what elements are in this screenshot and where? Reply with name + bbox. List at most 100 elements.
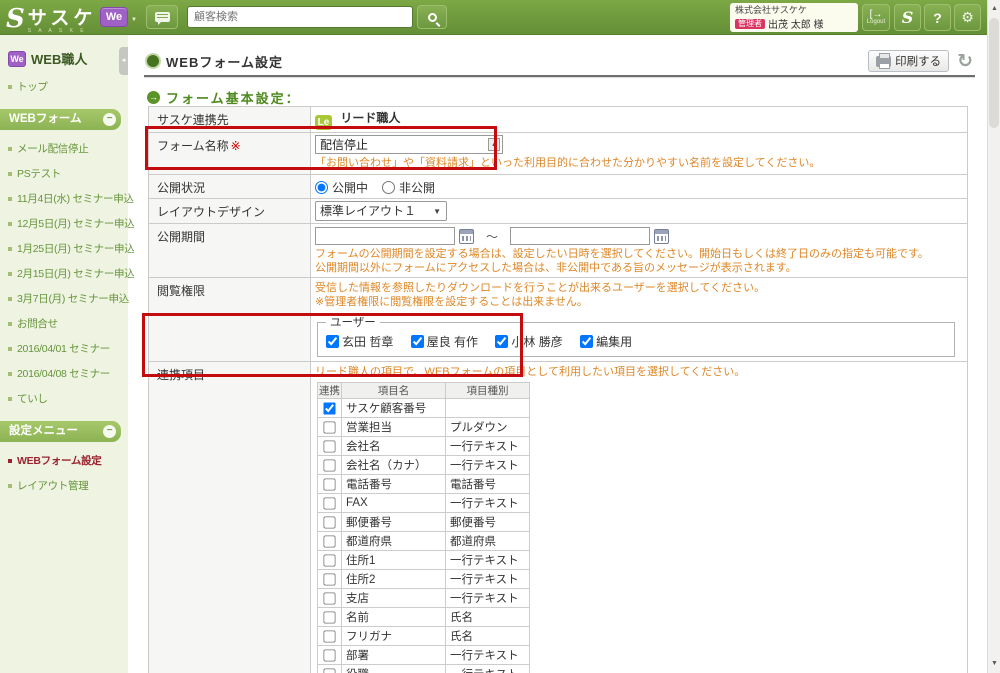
sidebar-item[interactable]: 3月7日(月) セミナー申込: [0, 286, 129, 311]
sidebar-item[interactable]: PSテスト: [0, 161, 128, 186]
settings-button[interactable]: ⚙: [954, 4, 981, 31]
collapse-minus-icon[interactable]: −: [103, 113, 116, 126]
bullet-icon: [8, 84, 12, 89]
page-title-dot-icon: [147, 55, 159, 67]
item-checkbox[interactable]: [323, 458, 336, 472]
bullet-icon: [8, 221, 12, 226]
table-row: 役職一行テキスト: [317, 664, 530, 673]
sidebar-item[interactable]: 2016/04/08 セミナー: [0, 361, 128, 386]
sasuke-swoosh-icon: S: [6, 3, 25, 34]
user-checkbox[interactable]: 屋良 有作: [410, 335, 478, 349]
scroll-up-arrow[interactable]: ▲: [988, 2, 1000, 16]
item-checkbox[interactable]: [323, 667, 336, 673]
sidebar-item[interactable]: メール配信停止: [0, 136, 128, 161]
table-row: 営業担当 プルダウン: [317, 417, 530, 437]
item-checkbox[interactable]: [323, 420, 336, 434]
logout-icon: [→: [869, 9, 883, 20]
item-checkbox[interactable]: [323, 496, 336, 510]
chat-bubble-icon: [154, 12, 170, 25]
form-name-input[interactable]: [315, 135, 503, 154]
item-checkbox[interactable]: [323, 648, 336, 662]
printer-icon: [876, 52, 892, 69]
sasuke-link-value: リード職人: [340, 111, 401, 125]
period-separator: ～: [486, 229, 499, 244]
item-checkbox[interactable]: [323, 629, 336, 643]
bullet-icon: [8, 458, 12, 463]
radio-private[interactable]: [382, 181, 396, 194]
radio-public-label[interactable]: 公開中: [332, 179, 368, 196]
item-checkbox[interactable]: [323, 553, 336, 567]
title-divider: [144, 75, 975, 78]
sidebar-item[interactable]: 12月5日(月) セミナー申込: [0, 211, 135, 236]
main-content: WEBフォーム設定 印刷する ↻ → フォーム基本設定： サスケ連携先 Le リ…: [128, 35, 987, 673]
period-end-input[interactable]: [510, 227, 651, 245]
user-name: 出茂 太郎 様: [768, 20, 824, 31]
sidebar-item-webform-settings[interactable]: WEBフォーム設定: [0, 448, 128, 473]
sidebar-collapse-handle[interactable]: ◂: [119, 47, 128, 75]
user-checkbox[interactable]: 玄田 哲章: [326, 335, 393, 349]
calendar-icon[interactable]: [459, 228, 474, 244]
user-group-legend: ユーザー: [330, 317, 376, 329]
role-badge: 管理者: [735, 18, 765, 29]
collapse-minus-icon[interactable]: −: [103, 425, 116, 438]
we-app-icon: We: [8, 50, 26, 67]
table-row: 都道府県 都道府県: [317, 531, 530, 551]
search-button[interactable]: [417, 5, 447, 29]
item-checkbox[interactable]: [323, 515, 336, 529]
sidebar-item[interactable]: ていし: [0, 386, 128, 411]
print-button[interactable]: 印刷する: [868, 50, 950, 72]
logout-button[interactable]: [→ Logout: [862, 4, 890, 31]
sidebar-item[interactable]: 11月4日(水) セミナー申込: [0, 186, 134, 211]
sidebar-item[interactable]: 1月25日(月) セミナー申込: [0, 236, 135, 261]
bullet-icon: [8, 196, 12, 201]
bullet-icon: [8, 271, 12, 276]
period-start-input[interactable]: [315, 227, 455, 245]
scrollbar-thumb[interactable]: [989, 18, 999, 128]
sidebar-item-top[interactable]: トップ: [0, 74, 128, 99]
item-checkbox[interactable]: [323, 534, 336, 548]
sasuke-logo[interactable]: S サスケ S A A S K E: [6, 3, 96, 35]
item-checkbox[interactable]: [323, 610, 336, 624]
form-name-help: 「お問い合わせ」や「資料請求」といった利用目的に合わせた分かりやすい名前を設定し…: [315, 157, 821, 169]
table-row: 郵便番号 郵便番号: [317, 512, 530, 532]
help-button[interactable]: ?: [924, 4, 951, 31]
table-row: 住所1 一行テキスト: [317, 550, 530, 570]
item-checkbox[interactable]: [323, 401, 336, 415]
table-row: 支店 一行テキスト: [317, 588, 530, 608]
item-checkbox[interactable]: [323, 591, 336, 605]
scroll-down-arrow[interactable]: ▼: [988, 657, 1000, 671]
calendar-icon[interactable]: [654, 228, 670, 244]
chat-button[interactable]: [146, 5, 178, 29]
table-row: 部署 一行テキスト: [317, 645, 530, 665]
sidebar-item[interactable]: 2016/04/01 セミナー: [0, 336, 128, 361]
item-checkbox[interactable]: [323, 572, 336, 586]
link-items-help: リード職人の項目で、WEBフォームの項目として利用したい項目を選択してください。: [315, 366, 746, 378]
table-row: 会社名（カナ） 一行テキスト: [317, 455, 530, 475]
search-icon: [427, 12, 437, 22]
period-help-1: フォームの公開期間を設定する場合は、設定したい日時を選択してください。開始日もし…: [315, 248, 929, 260]
sidebar-item-layout-management[interactable]: レイアウト管理: [0, 473, 128, 498]
we-app-switcher[interactable]: We: [100, 7, 128, 27]
vertical-scrollbar[interactable]: ▲ ▼: [987, 0, 1000, 673]
sasuke-home-button[interactable]: S: [894, 4, 921, 31]
chevron-down-icon[interactable]: ▼: [131, 17, 137, 23]
table-row: 住所2 一行テキスト: [317, 569, 530, 589]
item-checkbox[interactable]: [323, 439, 336, 453]
sasuke-s-icon: S: [901, 7, 914, 27]
user-checkbox[interactable]: 小林 勝彦: [495, 335, 563, 349]
item-checkbox[interactable]: [323, 477, 336, 491]
bullet-icon: [8, 171, 12, 176]
label-form-name: フォーム名称 ※: [148, 132, 311, 175]
radio-public[interactable]: [315, 181, 328, 194]
sidebar-item[interactable]: お問合せ: [0, 311, 128, 336]
sidebar-item[interactable]: 2月15日(月) セミナー申込: [0, 261, 135, 286]
col-header-link: 連携: [317, 382, 342, 399]
user-checkbox[interactable]: 編集用: [580, 335, 632, 349]
refresh-icon[interactable]: ↻: [957, 52, 973, 71]
layout-design-select[interactable]: 標準レイアウト１ ▼: [315, 201, 447, 221]
radio-private-label[interactable]: 非公開: [399, 179, 435, 196]
input-assist-icon[interactable]: ▲: [488, 138, 500, 151]
col-header-type: 項目種別: [445, 382, 530, 399]
bullet-icon: [8, 296, 12, 301]
search-input[interactable]: [187, 6, 413, 28]
